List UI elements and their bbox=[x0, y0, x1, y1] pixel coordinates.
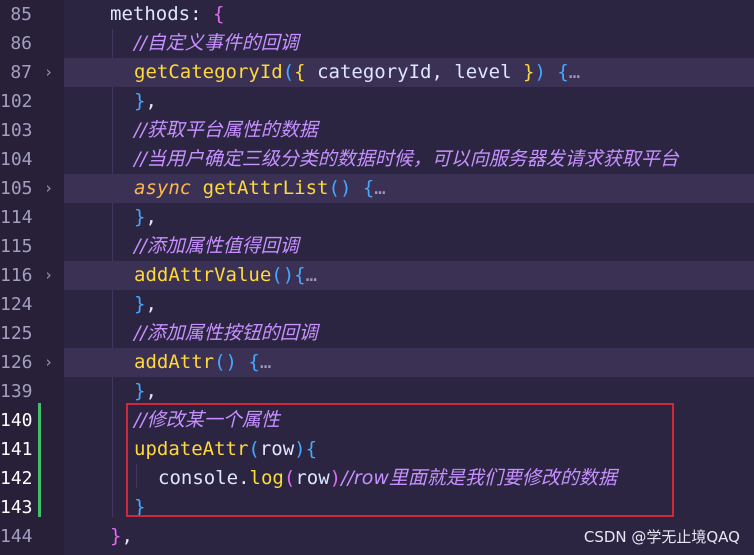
code-token: … bbox=[374, 177, 386, 199]
code-token: } bbox=[511, 61, 535, 83]
code-token: } bbox=[134, 206, 146, 228]
code-text: }, bbox=[134, 290, 157, 319]
code-token: } bbox=[134, 293, 146, 315]
code-token: , bbox=[121, 525, 133, 547]
code-text: addAttrValue(){… bbox=[134, 261, 317, 290]
code-token: { bbox=[351, 177, 375, 199]
code-line[interactable]: 105 › async getAttrList() {… bbox=[0, 174, 754, 203]
code-token: , bbox=[145, 206, 157, 228]
code-line[interactable]: 86 //自定义事件的回调 bbox=[0, 29, 754, 58]
code-token: ( bbox=[282, 61, 295, 83]
code-text: addAttr() {… bbox=[134, 348, 271, 377]
chevron-right-icon[interactable]: › bbox=[44, 58, 53, 87]
line-number: 102 bbox=[0, 91, 33, 112]
line-number: 115 bbox=[0, 236, 33, 257]
code-token: , bbox=[431, 61, 455, 83]
code-line[interactable]: 124}, bbox=[0, 290, 754, 319]
code-line[interactable]: 115 //添加属性值得回调 bbox=[0, 232, 754, 261]
code-token: { bbox=[545, 61, 569, 83]
code-line[interactable]: 103 //获取平台属性的数据 bbox=[0, 116, 754, 145]
chevron-right-icon[interactable]: › bbox=[44, 261, 53, 290]
code-text: //自定义事件的回调 bbox=[134, 29, 299, 58]
code-token: addAttr bbox=[134, 351, 215, 373]
code-token: level bbox=[454, 61, 512, 83]
code-token: { bbox=[294, 61, 318, 83]
line-number: 87 bbox=[10, 62, 32, 83]
line-number: 143 bbox=[0, 497, 33, 518]
code-token: (){ bbox=[271, 264, 306, 286]
line-number: 105 bbox=[0, 178, 33, 199]
code-text: //当用户确定三级分类的数据时候，可以向服务器发请求获取平台 bbox=[134, 145, 679, 174]
code-token: () bbox=[328, 177, 352, 199]
line-number: 85 bbox=[10, 4, 32, 25]
code-token: … bbox=[305, 264, 318, 286]
line-number: 86 bbox=[10, 33, 32, 54]
code-line[interactable]: 125 //添加属性按钮的回调 bbox=[0, 319, 754, 348]
code-line[interactable]: 114}, bbox=[0, 203, 754, 232]
code-line[interactable]: 116 › addAttrValue(){… bbox=[0, 261, 754, 290]
line-number: 125 bbox=[0, 323, 33, 344]
line-number: 104 bbox=[0, 149, 33, 170]
line-number: 144 bbox=[0, 526, 33, 547]
line-number: 142 bbox=[0, 468, 33, 489]
chevron-right-icon[interactable]: › bbox=[44, 174, 53, 203]
code-token: } bbox=[134, 90, 146, 112]
code-token: categoryId bbox=[317, 61, 432, 83]
code-token: //自定义事件的回调 bbox=[134, 32, 299, 54]
code-token: … bbox=[568, 61, 581, 83]
code-token: addAttrValue bbox=[134, 264, 272, 286]
code-token: , bbox=[145, 293, 157, 315]
code-token: //当用户确定三级分类的数据时候，可以向服务器发请求获取平台 bbox=[134, 148, 679, 170]
code-text: methods: { bbox=[110, 0, 224, 29]
code-token: () bbox=[214, 351, 237, 373]
line-number: 141 bbox=[0, 439, 33, 460]
code-text: }, bbox=[134, 87, 157, 116]
code-token: //添加属性值得回调 bbox=[134, 235, 299, 257]
code-line[interactable]: 139}, bbox=[0, 377, 754, 406]
code-line[interactable]: 85 methods: { bbox=[0, 0, 754, 29]
code-token: { bbox=[236, 351, 260, 373]
code-text: }, bbox=[110, 522, 133, 551]
code-token: { bbox=[212, 3, 225, 25]
code-token: : bbox=[190, 3, 213, 25]
line-number: 116 bbox=[0, 265, 33, 286]
code-token: } bbox=[110, 525, 122, 547]
line-number: 139 bbox=[0, 381, 33, 402]
code-token: async bbox=[134, 177, 192, 199]
code-text: }, bbox=[134, 377, 157, 406]
code-text: }, bbox=[134, 203, 157, 232]
code-text: //获取平台属性的数据 bbox=[134, 116, 318, 145]
line-number: 114 bbox=[0, 207, 33, 228]
code-token: getCategoryId bbox=[134, 61, 283, 83]
line-number: 126 bbox=[0, 352, 33, 373]
line-number: 103 bbox=[0, 120, 33, 141]
code-line[interactable]: 104 //当用户确定三级分类的数据时候，可以向服务器发请求获取平台 bbox=[0, 145, 754, 174]
code-token: ) bbox=[534, 61, 546, 83]
code-text: getCategoryId({ categoryId, level }) {… bbox=[134, 58, 580, 87]
watermark: CSDN @学无止境QAQ bbox=[583, 528, 740, 546]
code-token: , bbox=[145, 90, 157, 112]
code-text: //添加属性值得回调 bbox=[134, 232, 299, 261]
code-token: //添加属性按钮的回调 bbox=[134, 322, 318, 344]
chevron-right-icon[interactable]: › bbox=[44, 348, 53, 377]
code-line[interactable]: 87 › getCategoryId({ categoryId, level }) … bbox=[0, 58, 754, 87]
code-token: , bbox=[145, 380, 157, 402]
highlight-box bbox=[126, 403, 674, 517]
code-line[interactable]: 102}, bbox=[0, 87, 754, 116]
code-text: //添加属性按钮的回调 bbox=[134, 319, 318, 348]
line-number: 124 bbox=[0, 294, 33, 315]
line-number: 140 bbox=[0, 410, 33, 431]
code-token: getAttrList bbox=[202, 177, 329, 199]
code-token: … bbox=[259, 351, 272, 373]
code-token: methods bbox=[110, 3, 191, 25]
code-token: } bbox=[134, 380, 146, 402]
code-token: //获取平台属性的数据 bbox=[134, 119, 318, 141]
code-line[interactable]: 126 › addAttr() {… bbox=[0, 348, 754, 377]
code-text: async getAttrList() {… bbox=[134, 174, 386, 203]
